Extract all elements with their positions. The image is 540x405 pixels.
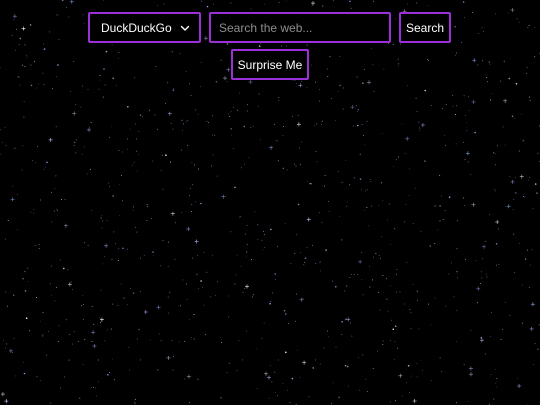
search-engine-selected-label: DuckDuckGo xyxy=(101,20,172,35)
search-button[interactable]: Search xyxy=(399,12,451,43)
search-bar: DuckDuckGo Search xyxy=(88,12,451,43)
search-engine-select[interactable]: DuckDuckGo xyxy=(88,12,201,43)
search-input[interactable] xyxy=(209,12,391,43)
chevron-down-icon xyxy=(180,25,190,31)
surprise-me-button[interactable]: Surprise Me xyxy=(231,49,309,80)
page: DuckDuckGo Search Surprise Me xyxy=(0,0,540,405)
